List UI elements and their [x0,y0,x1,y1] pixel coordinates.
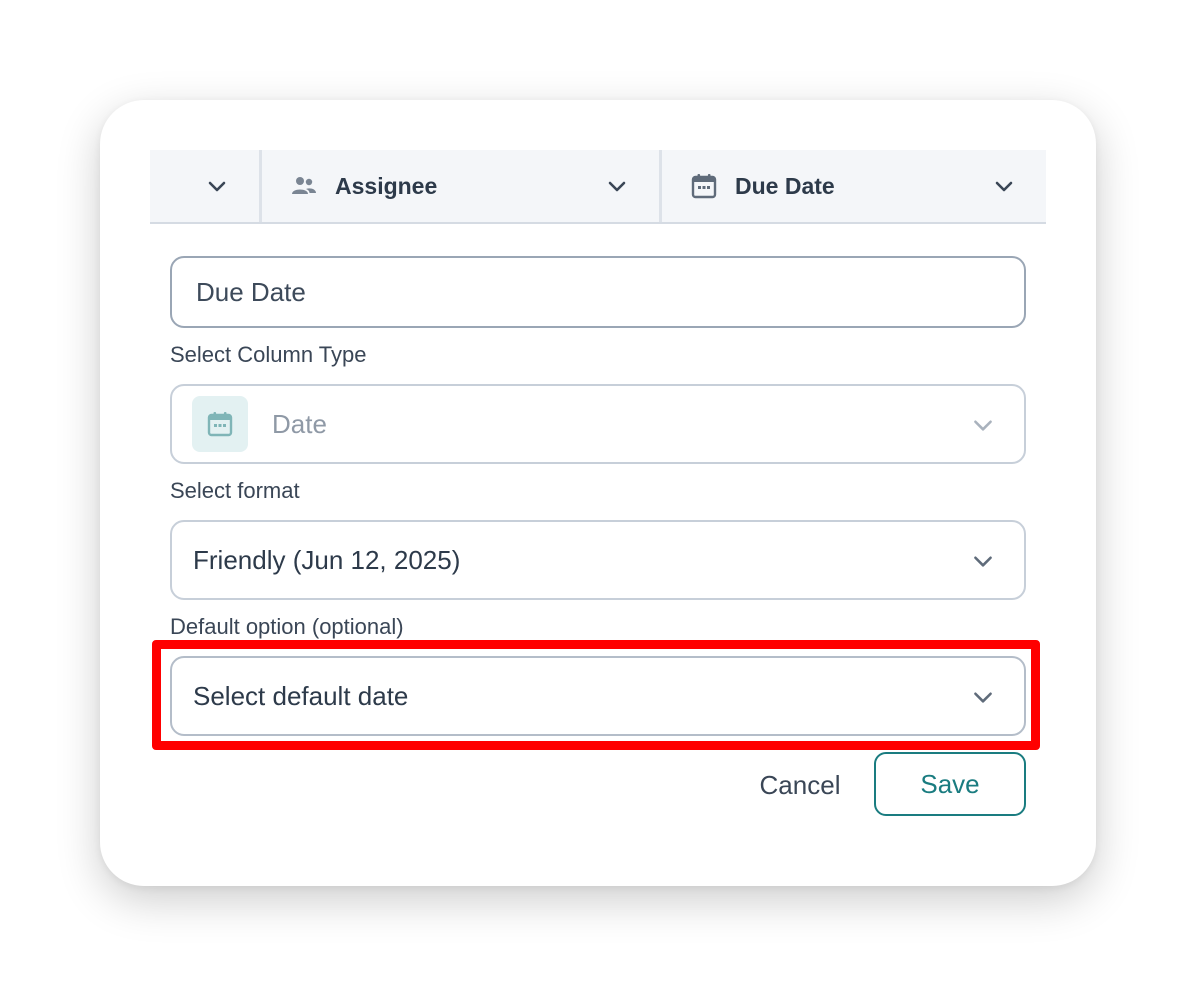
chevron-down-icon[interactable] [970,684,996,710]
column-header-label: Assignee [335,172,438,199]
chevron-down-icon[interactable] [205,174,229,198]
default-date-select[interactable]: Select default date [170,656,1026,736]
save-button[interactable]: Save [874,752,1026,816]
cancel-button[interactable]: Cancel [740,754,860,816]
edit-column-dialog: Assignee Due Date Due Date Select Column… [100,100,1096,886]
column-name-input[interactable] [170,256,1026,328]
people-icon [289,171,319,201]
chevron-down-icon[interactable] [992,174,1016,198]
column-header-previous[interactable] [150,150,262,222]
calendar-icon [192,396,248,452]
format-value: Friendly (Jun 12, 2025) [193,544,461,575]
column-type-value: Date [272,408,327,439]
format-label: Select format [170,478,300,503]
calendar-icon [689,171,719,201]
chevron-down-icon[interactable] [970,412,996,438]
column-header-label: Due Date [735,172,835,199]
format-select[interactable]: Friendly (Jun 12, 2025) [170,520,1026,600]
column-header-assignee[interactable]: Assignee [262,150,662,222]
column-type-select[interactable]: Date [170,384,1026,464]
chevron-down-icon[interactable] [970,548,996,574]
column-type-label: Select Column Type [170,342,367,367]
column-header-due-date[interactable]: Due Date [662,150,1046,222]
column-header-row: Assignee Due Date [150,150,1046,224]
default-option-label: Default option (optional) [170,614,404,639]
default-date-value: Select default date [193,680,409,711]
chevron-down-icon[interactable] [605,174,629,198]
